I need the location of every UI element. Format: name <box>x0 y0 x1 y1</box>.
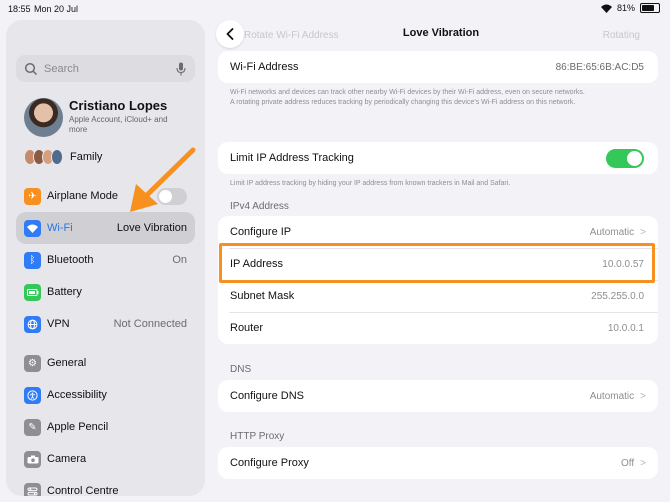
sidebar-item-value: Not Connected <box>113 318 187 330</box>
wifi-status-icon <box>600 4 612 13</box>
sidebar-item-label: VPN <box>47 318 70 330</box>
subnet-mask-row: Subnet Mask 255.255.0.0 <box>218 280 658 312</box>
limit-tracking-toggle[interactable] <box>606 148 644 168</box>
sidebar-item-wifi[interactable]: Wi-Fi Love Vibration <box>16 212 195 244</box>
camera-icon <box>24 450 41 468</box>
gear-icon: ⚙ <box>24 354 41 372</box>
wifi-icon <box>24 219 41 237</box>
navigation-bar: Rotate Wi-Fi Address Rotating Love Vibra… <box>216 20 666 48</box>
bluetooth-icon: ᛒ <box>24 251 41 269</box>
sidebar-item-label: Bluetooth <box>47 254 94 266</box>
wifi-address-label: Wi-Fi Address <box>230 61 299 73</box>
limit-tracking-row[interactable]: Limit IP Address Tracking <box>218 142 658 174</box>
wifi-address-card: Wi-Fi Address 86:BE:65:6B:AC:D5 <box>218 51 658 83</box>
search-field[interactable]: Search <box>16 55 195 82</box>
sidebar-item-label: Battery <box>47 286 82 298</box>
microphone-icon[interactable] <box>176 62 186 76</box>
airplane-mode-toggle[interactable] <box>157 187 187 205</box>
chevron-right-icon: > <box>640 390 646 402</box>
wifi-address-value: 86:BE:65:6B:AC:D5 <box>555 61 644 73</box>
control-centre-icon <box>24 482 41 496</box>
configure-ip-value: Automatic <box>589 226 635 238</box>
battery-percent: 81% <box>616 3 635 13</box>
account-name: Cristiano Lopes <box>69 98 168 113</box>
sidebar-item-label: Apple Pencil <box>47 421 109 433</box>
sidebar-item-control-centre[interactable]: Control Centre <box>16 475 195 496</box>
wifi-address-row: Wi-Fi Address 86:BE:65:6B:AC:D5 <box>218 51 658 83</box>
sidebar-item-airplane-mode[interactable]: ✈ Airplane Mode <box>16 180 195 212</box>
sidebar-item-label: Accessibility <box>47 389 107 401</box>
sidebar-item-bluetooth[interactable]: ᛒ Bluetooth On <box>16 244 195 276</box>
configure-ip-label: Configure IP <box>230 226 292 238</box>
ipv4-section-header: IPv4 Address <box>230 201 289 212</box>
page-title: Love Vibration <box>402 27 480 39</box>
accessibility-icon <box>24 386 41 404</box>
account-profile[interactable]: Cristiano Lopes Apple Account, iCloud+ a… <box>24 98 169 137</box>
avatar <box>24 98 63 137</box>
dns-section-header: DNS <box>230 364 252 375</box>
limit-tracking-label: Limit IP Address Tracking <box>230 152 354 164</box>
family-item[interactable]: Family <box>24 149 102 165</box>
chevron-right-icon: > <box>640 226 646 238</box>
account-subtitle: Apple Account, iCloud+ and more <box>69 115 168 134</box>
sidebar-item-accessibility[interactable]: Accessibility <box>16 379 195 411</box>
family-label: Family <box>70 151 103 163</box>
sidebar-item-value: On <box>172 254 187 266</box>
subnet-mask-label: Subnet Mask <box>230 290 295 302</box>
sidebar-item-label: General <box>47 357 87 369</box>
battery-status-icon <box>640 3 660 13</box>
router-label: Router <box>230 322 264 334</box>
configure-proxy-row[interactable]: Configure Proxy Off > <box>218 447 658 479</box>
sidebar-item-vpn[interactable]: VPN Not Connected <box>16 308 195 340</box>
sidebar: Search Cristiano Lopes Apple Account, iC… <box>6 20 205 496</box>
sidebar-item-camera[interactable]: Camera <box>16 443 195 475</box>
limit-tracking-card: Limit IP Address Tracking <box>218 142 658 174</box>
sidebar-item-label: Camera <box>47 453 87 465</box>
status-time: 18:55 <box>8 4 31 14</box>
subnet-mask-value: 255.255.0.0 <box>591 290 644 302</box>
status-date: Mon 20 Jul <box>34 4 79 14</box>
sidebar-item-label: Airplane Mode <box>47 190 118 202</box>
proxy-section-header: HTTP Proxy <box>230 431 285 442</box>
limit-tracking-note: Limit IP address tracking by hiding your… <box>230 180 511 187</box>
airplane-icon: ✈ <box>24 187 41 205</box>
configure-proxy-value: Off <box>621 457 635 469</box>
configure-dns-value: Automatic <box>589 390 635 402</box>
sidebar-item-label: Wi-Fi <box>47 222 73 234</box>
vpn-icon <box>24 315 41 333</box>
wifi-address-note: Wi-Fi networks and devices can track oth… <box>230 89 585 106</box>
battery-icon <box>24 283 41 301</box>
search-placeholder: Search <box>44 62 79 75</box>
sidebar-item-battery[interactable]: Battery <box>16 276 195 308</box>
configure-dns-label: Configure DNS <box>230 390 304 402</box>
configure-dns-row[interactable]: Configure DNS Automatic > <box>218 380 658 412</box>
router-row: Router 10.0.0.1 <box>218 312 658 344</box>
chevron-right-icon: > <box>640 457 646 469</box>
family-avatar-icon <box>51 149 63 165</box>
sidebar-item-label: Control Centre <box>47 485 119 496</box>
sidebar-item-value: Love Vibration <box>116 222 187 234</box>
proxy-card: Configure Proxy Off > <box>218 447 658 479</box>
pencil-icon: ✎ <box>24 418 41 436</box>
sidebar-item-general[interactable]: ⚙ General <box>16 347 195 379</box>
status-bar: 18:55 Mon 20 Jul 81% <box>0 0 670 18</box>
search-icon <box>24 62 38 75</box>
dns-card: Configure DNS Automatic > <box>218 380 658 412</box>
router-value: 10.0.0.1 <box>607 322 644 334</box>
ip-address-highlight <box>219 243 655 283</box>
sidebar-item-apple-pencil[interactable]: ✎ Apple Pencil <box>16 411 195 443</box>
configure-proxy-label: Configure Proxy <box>230 457 309 469</box>
